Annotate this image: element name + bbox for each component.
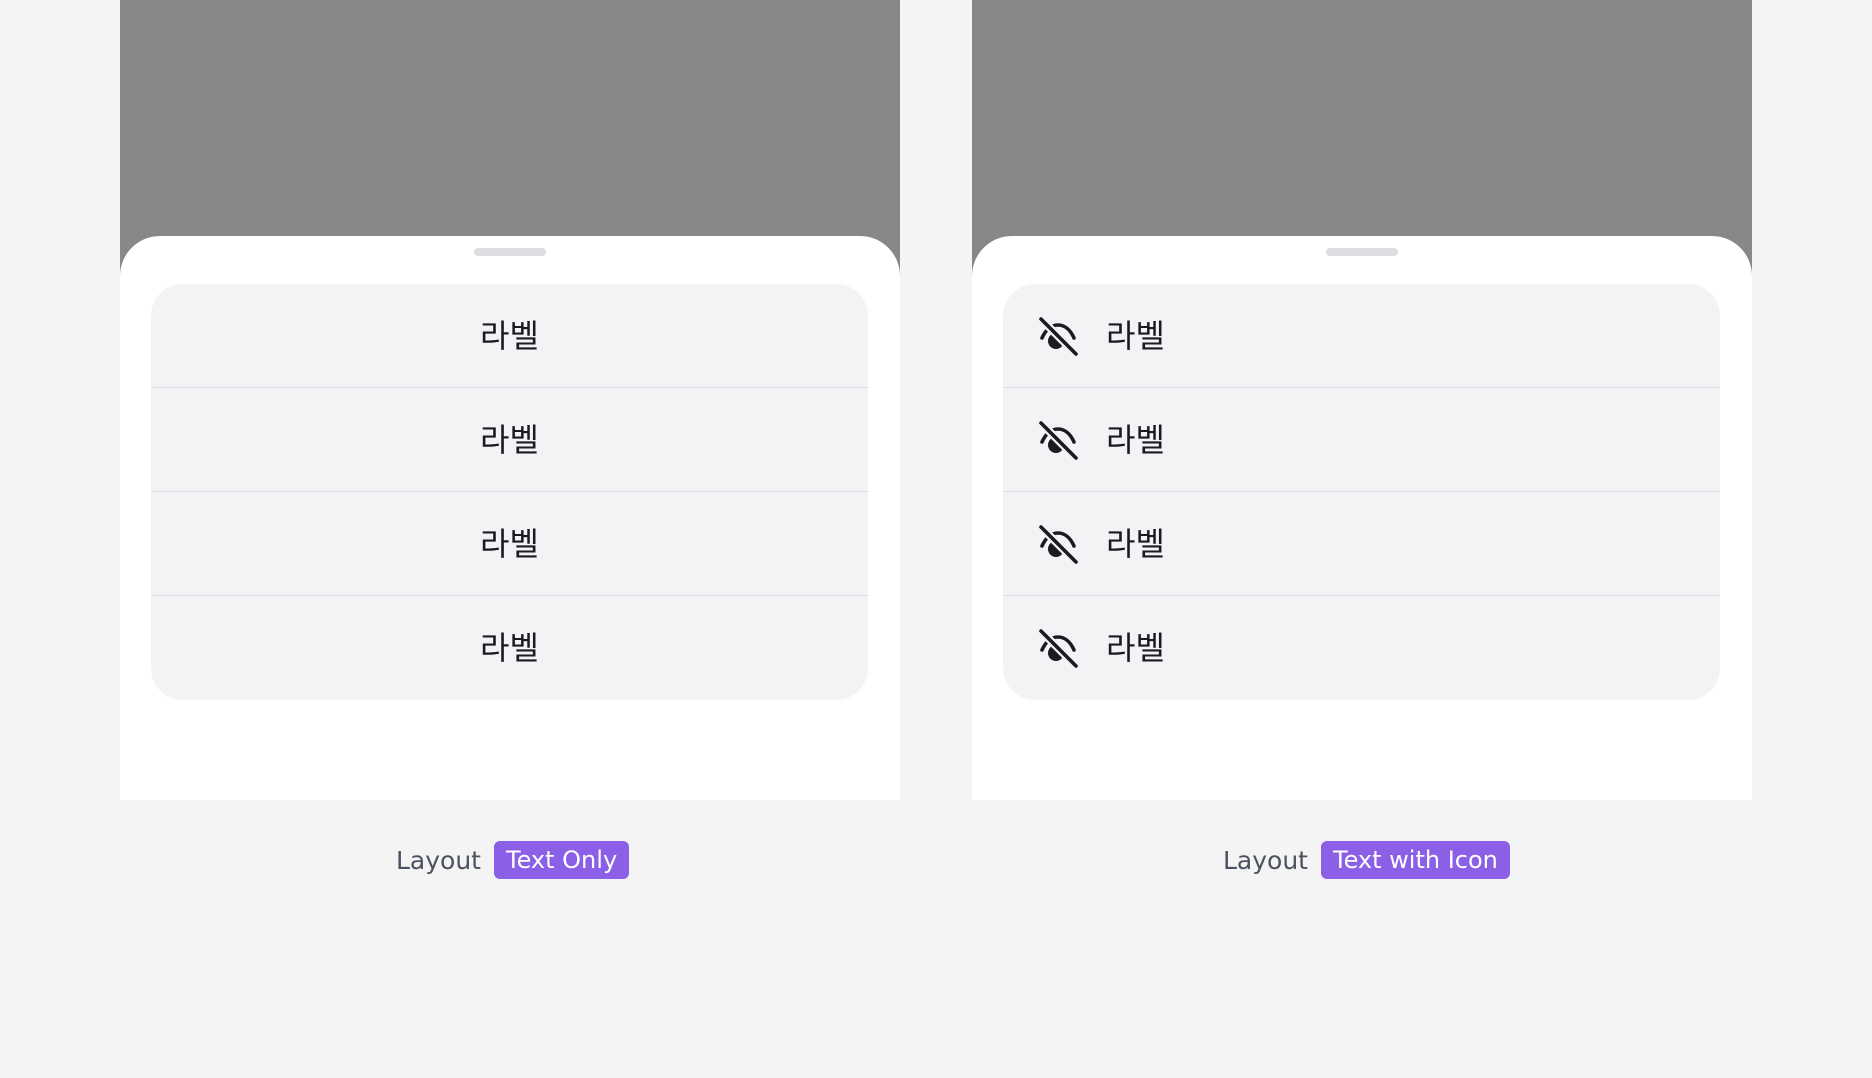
- drag-handle[interactable]: [474, 248, 546, 256]
- list-item[interactable]: 라벨: [1003, 596, 1720, 700]
- list-item-label: 라벨: [1106, 629, 1165, 667]
- list-item[interactable]: 라벨: [151, 388, 868, 492]
- layout-badge: Text with Icon: [1321, 841, 1510, 879]
- layout-caption-text-with-icon: Layout Text with Icon: [1223, 841, 1510, 879]
- caption-label: Layout: [1223, 845, 1308, 875]
- eye-slash-icon: [1036, 314, 1080, 358]
- list-item-label: 라벨: [1106, 420, 1165, 459]
- caption-label: Layout: [396, 845, 481, 875]
- list-item[interactable]: 라벨: [151, 596, 868, 700]
- list-item[interactable]: 라벨: [151, 492, 868, 596]
- layout-caption-text-only: Layout Text Only: [396, 841, 630, 879]
- list-item[interactable]: 라벨: [1003, 388, 1720, 492]
- list-item-label: 라벨: [1106, 524, 1165, 563]
- list-item-label: 라벨: [1106, 316, 1165, 355]
- drag-handle[interactable]: [1326, 248, 1398, 256]
- list-item-label: 라벨: [480, 629, 539, 667]
- backdrop-overlay-left: 라벨 라벨 라벨 라벨: [120, 0, 900, 800]
- bottom-sheet-text-only: 라벨 라벨 라벨 라벨: [120, 236, 900, 800]
- backdrop-overlay-right: 라벨 라벨 라벨 라벨: [972, 0, 1752, 800]
- list-item[interactable]: 라벨: [1003, 492, 1720, 596]
- list-item-label: 라벨: [480, 420, 539, 459]
- layout-badge: Text Only: [494, 841, 630, 879]
- eye-slash-icon: [1036, 522, 1080, 566]
- list-item-label: 라벨: [480, 316, 539, 355]
- eye-slash-icon: [1036, 626, 1080, 670]
- action-list-text-with-icon: 라벨 라벨 라벨 라벨: [1003, 284, 1720, 700]
- list-item[interactable]: 라벨: [1003, 284, 1720, 388]
- bottom-sheet-text-with-icon: 라벨 라벨 라벨 라벨: [972, 236, 1752, 800]
- eye-slash-icon: [1036, 418, 1080, 462]
- list-item[interactable]: 라벨: [151, 284, 868, 388]
- action-list-text-only: 라벨 라벨 라벨 라벨: [151, 284, 868, 700]
- list-item-label: 라벨: [480, 524, 539, 563]
